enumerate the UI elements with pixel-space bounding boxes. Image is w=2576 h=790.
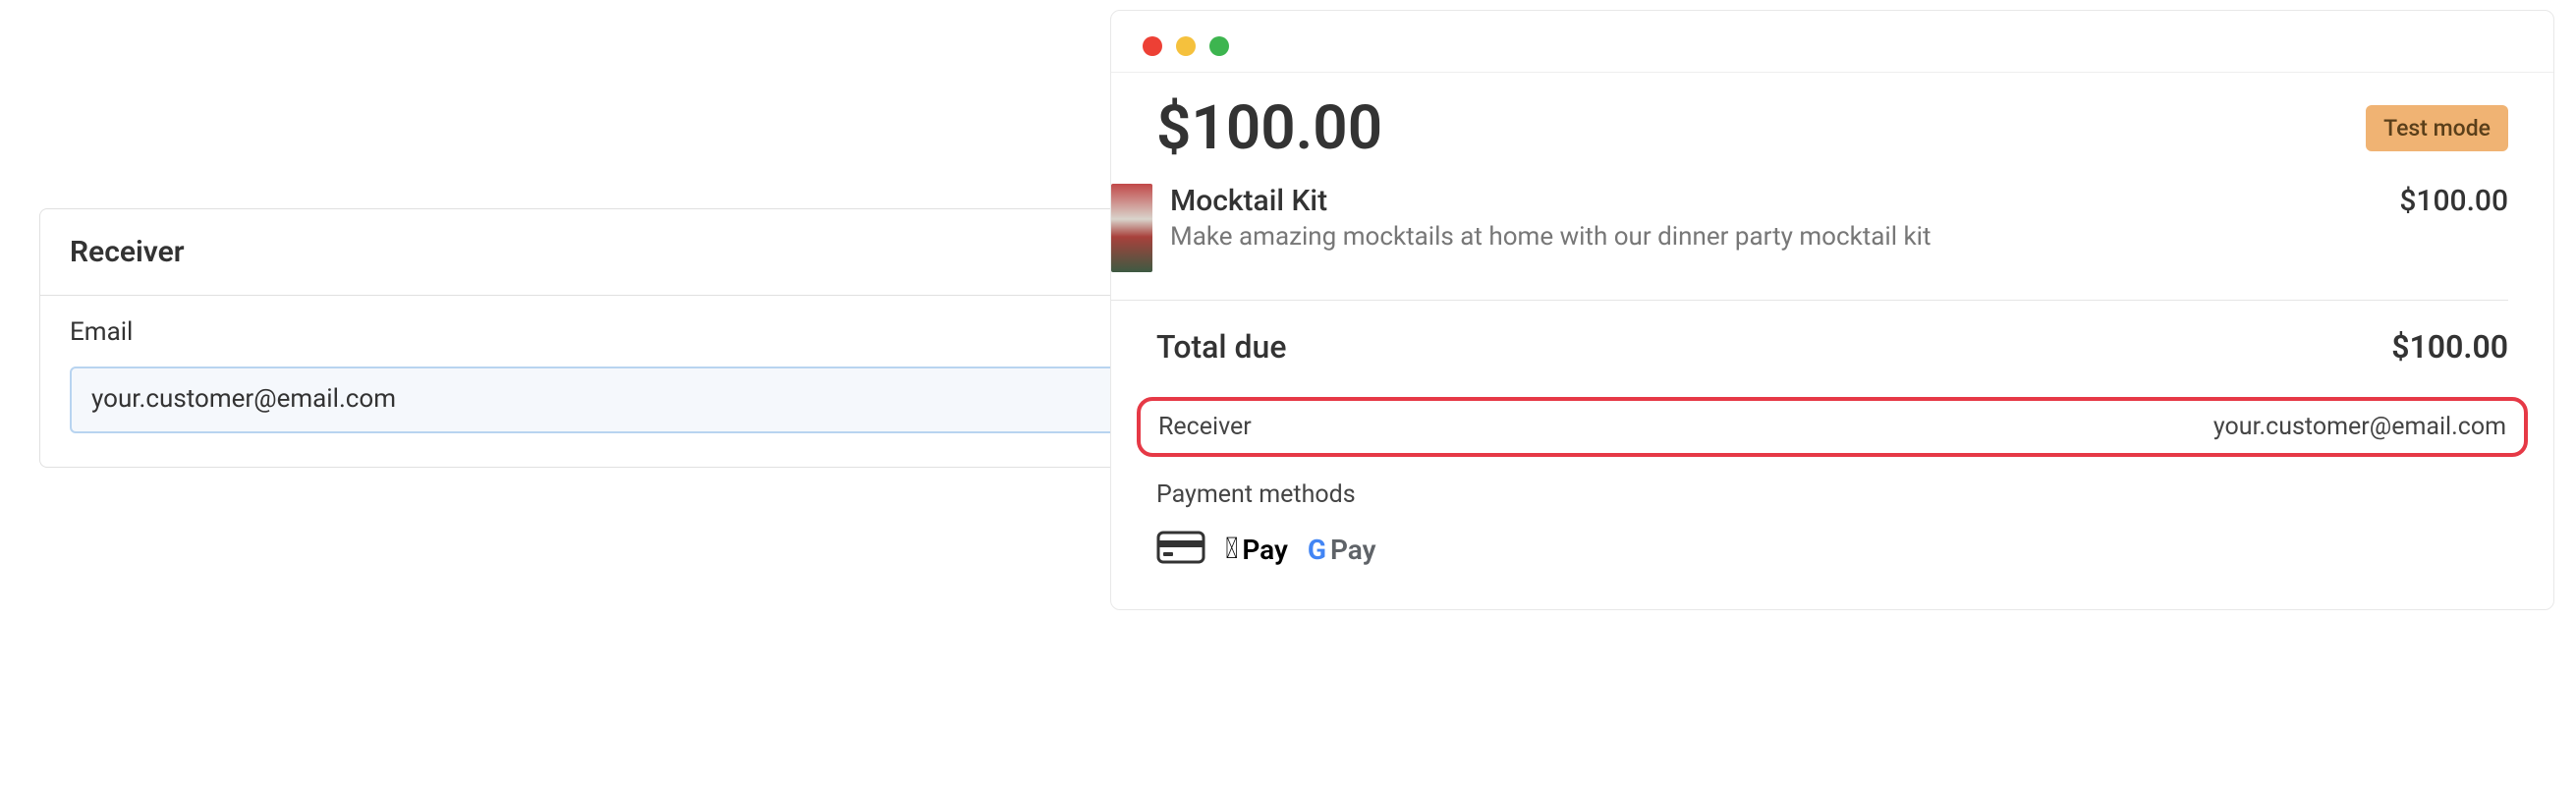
product-price: $100.00 — [2399, 184, 2508, 218]
google-pay-text: Pay — [1330, 534, 1376, 566]
product-image — [1111, 184, 1152, 272]
receiver-form-header: Receiver — [40, 209, 1203, 296]
receiver-title: Receiver — [70, 235, 1173, 269]
window-controls — [1111, 11, 2553, 72]
email-field[interactable] — [70, 367, 1173, 433]
google-pay-icon: G Pay — [1308, 534, 1376, 566]
apple-pay-text: Pay — [1242, 534, 1288, 566]
checkout-preview-window: $100.00 Test mode Mocktail Kit Make amaz… — [1110, 10, 2554, 610]
test-mode-badge: Test mode — [2366, 105, 2508, 151]
card-icon — [1156, 529, 1205, 570]
receiver-highlight-row: Receiver your.customer@email.com — [1137, 397, 2528, 457]
receiver-label: Receiver — [1158, 413, 1252, 441]
window-close-icon[interactable] — [1143, 36, 1162, 56]
main-price: $100.00 — [1156, 92, 1382, 164]
payment-methods-icons:  Pay G Pay — [1156, 529, 2508, 570]
price-header-row: $100.00 Test mode — [1156, 92, 2508, 164]
line-item-info: Mocktail Kit Make amazing mocktails at h… — [1170, 184, 2381, 252]
receiver-value: your.customer@email.com — [2213, 413, 2506, 441]
email-label: Email — [70, 317, 1173, 347]
receiver-form-panel: Receiver Email — [39, 208, 1204, 468]
payment-methods-label: Payment methods — [1156, 480, 2508, 509]
total-row: Total due $100.00 — [1156, 301, 2508, 393]
apple-pay-icon:  Pay — [1225, 534, 1288, 566]
product-name: Mocktail Kit — [1170, 184, 2381, 218]
line-item: Mocktail Kit Make amazing mocktails at h… — [1111, 184, 2508, 301]
google-logo-icon: G — [1308, 534, 1326, 566]
total-due-amount: $100.00 — [2391, 328, 2508, 366]
checkout-content: $100.00 Test mode Mocktail Kit Make amaz… — [1111, 72, 2553, 609]
apple-logo-icon:  — [1225, 535, 1238, 564]
receiver-form-body: Email — [40, 296, 1203, 467]
product-description: Make amazing mocktails at home with our … — [1170, 222, 2381, 252]
window-maximize-icon[interactable] — [1209, 36, 1229, 56]
window-minimize-icon[interactable] — [1176, 36, 1196, 56]
total-due-label: Total due — [1156, 328, 1286, 366]
